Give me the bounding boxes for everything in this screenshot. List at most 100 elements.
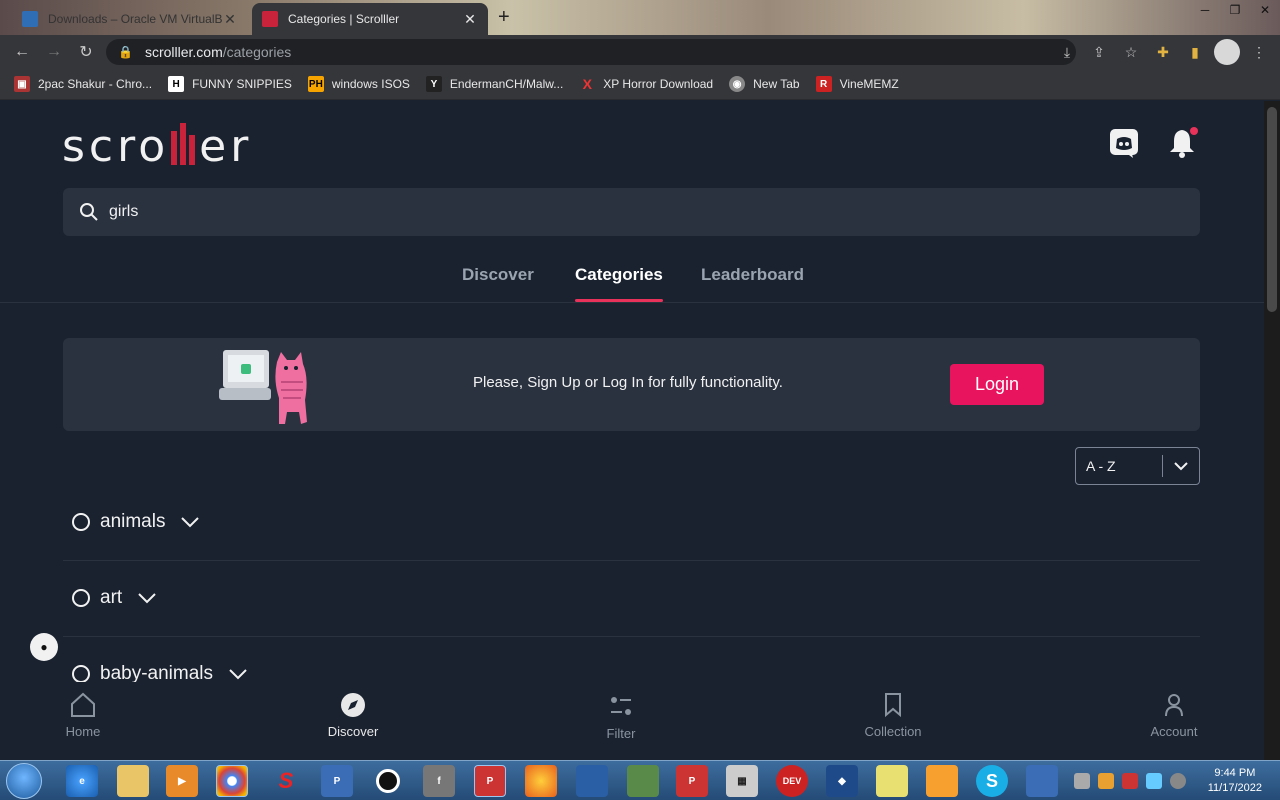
tab-categories[interactable]: Categories — [575, 265, 663, 302]
category-art[interactable]: art — [72, 583, 156, 613]
search-input[interactable] — [109, 203, 1009, 221]
bookmark-label: 2pac Shakur - Chro... — [38, 77, 153, 91]
monitor-app-icon[interactable] — [576, 765, 608, 797]
bookmark-2pac[interactable]: ▣ 2pac Shakur - Chro... — [14, 76, 152, 92]
record-icon[interactable] — [372, 765, 404, 797]
address-bar[interactable]: 🔒 scrolller.com/categories — [106, 39, 1076, 65]
virtualbox-icon[interactable]: ◆ — [826, 765, 858, 797]
bookmark-funny-snippies[interactable]: H FUNNY SNIPPIES — [168, 76, 292, 92]
radio-button[interactable] — [72, 589, 90, 607]
flag-icon[interactable] — [1121, 773, 1138, 789]
star-icon[interactable]: ☆ — [1118, 39, 1144, 65]
install-icon[interactable]: ⤓ — [1054, 39, 1080, 65]
search-icon — [80, 203, 98, 221]
bookmark-xp-horror[interactable]: X XP Horror Download — [579, 76, 714, 92]
firefox-icon[interactable] — [525, 765, 557, 797]
page-scrollbar[interactable] — [1264, 101, 1280, 760]
radio-button[interactable] — [72, 513, 90, 531]
bookmark-endermanch[interactable]: Y EndermanCH/Malw... — [425, 76, 563, 92]
close-icon[interactable]: ✕ — [222, 11, 238, 28]
network-app-icon[interactable] — [1026, 765, 1058, 797]
chevron-down-icon — [1163, 461, 1199, 471]
close-icon[interactable]: ✕ — [462, 11, 478, 28]
start-button-icon[interactable] — [6, 763, 42, 799]
nav-account[interactable]: Account — [1124, 692, 1224, 739]
forward-icon[interactable]: → — [38, 36, 70, 68]
menu-icon[interactable]: ⋮ — [1246, 39, 1272, 65]
bookmark-label: VineMEMZ — [839, 77, 899, 91]
tab-label: Discover — [462, 265, 534, 284]
floating-helper-icon[interactable]: ● — [30, 633, 58, 661]
new-tab-icon[interactable]: + — [498, 6, 510, 29]
nav-discover[interactable]: Discover — [303, 692, 403, 739]
tray-app-icon[interactable] — [1073, 773, 1090, 789]
browser-tab-scrolller[interactable]: Categories | Scrolller ✕ — [252, 3, 488, 35]
media-player-icon[interactable]: ▶ — [166, 765, 198, 797]
browser-toolbar: ← → ↻ 🔒 scrolller.com/categories ⤓ ⇪ ☆ ✚… — [0, 35, 1280, 69]
game-app-icon[interactable] — [627, 765, 659, 797]
notes-icon[interactable] — [876, 765, 908, 797]
flash-icon[interactable]: f — [423, 765, 455, 797]
back-icon[interactable]: ← — [6, 36, 38, 68]
scrollbar-thumb[interactable] — [1267, 107, 1277, 312]
scroller-logo[interactable]: scro er — [62, 121, 252, 172]
search-bar[interactable] — [63, 188, 1200, 236]
uc-browser-icon[interactable] — [926, 765, 958, 797]
skype-icon[interactable]: S — [976, 765, 1008, 797]
nav-label: Discover — [327, 724, 379, 739]
bookmarks-bar: ▣ 2pac Shakur - Chro... H FUNNY SNIPPIES… — [0, 69, 1280, 100]
nav-filter[interactable]: Filter — [571, 692, 671, 741]
volume-icon[interactable] — [1169, 773, 1186, 789]
category-label: animals — [100, 511, 166, 532]
ie-icon[interactable]: e — [66, 765, 98, 797]
ph-icon: PH — [307, 76, 324, 92]
side-panel-icon[interactable]: ▮ — [1182, 39, 1208, 65]
cat-computer-illustration — [219, 350, 307, 424]
extensions-icon[interactable]: ✚ — [1150, 39, 1176, 65]
calculator-icon[interactable]: ▦ — [726, 765, 758, 797]
s-app-icon[interactable]: S — [270, 765, 302, 797]
radio-button[interactable] — [72, 665, 90, 683]
home-icon — [71, 692, 95, 717]
reload-icon[interactable]: ↻ — [70, 36, 102, 68]
tab-leaderboard[interactable]: Leaderboard — [701, 265, 804, 285]
category-animals[interactable]: animals — [72, 507, 200, 537]
nav-home[interactable]: Home — [33, 692, 133, 739]
chevron-down-icon[interactable] — [181, 516, 200, 528]
clock-time: 9:44 PM — [1214, 767, 1256, 779]
chevron-down-icon[interactable] — [138, 592, 156, 604]
lock-icon: 🔒 — [118, 45, 133, 59]
devcpp-icon[interactable]: DEV — [776, 765, 808, 797]
discord-icon[interactable] — [1108, 127, 1140, 159]
restore-icon[interactable]: ❐ — [1220, 0, 1250, 20]
bookmark-vinememz[interactable]: R VineMEMZ — [815, 76, 899, 92]
tab-discover[interactable]: Discover — [462, 265, 534, 285]
bookmark-windows-isos[interactable]: PH windows ISOS — [307, 76, 410, 92]
pinball-icon[interactable]: P — [321, 765, 353, 797]
pinball-active-icon[interactable]: P — [474, 765, 506, 797]
bookmark-new-tab[interactable]: ◉ New Tab — [729, 76, 800, 92]
browser-tab-virtualbox[interactable]: Downloads – Oracle VM VirtualBox ✕ — [12, 3, 248, 35]
taskbar-clock[interactable]: 9:44 PM 11/17/2022 — [1208, 766, 1262, 796]
virtualbox-favicon-icon — [22, 11, 38, 27]
globe-icon: ◉ — [729, 76, 746, 92]
chrome-icon[interactable] — [216, 765, 248, 797]
chevron-down-icon[interactable] — [229, 668, 247, 680]
sort-dropdown[interactable]: A - Z — [1075, 447, 1200, 485]
bookmark-label: XP Horror Download — [603, 77, 714, 91]
window-close-icon[interactable]: ✕ — [1250, 0, 1280, 20]
toolbar-icons: ⤓ ⇪ ☆ ✚ ▮ ⋮ — [1054, 35, 1272, 69]
login-button[interactable]: Login — [950, 364, 1044, 405]
pinball-icon-2[interactable]: P — [676, 765, 708, 797]
nav-collection[interactable]: Collection — [843, 692, 943, 739]
tray-search-icon[interactable] — [1097, 773, 1114, 789]
logo-bars-icon — [171, 123, 197, 165]
category-label: art — [100, 587, 123, 608]
share-icon[interactable]: ⇪ — [1086, 39, 1112, 65]
display-icon[interactable] — [1145, 773, 1162, 789]
bell-icon[interactable] — [1166, 127, 1198, 159]
active-tab-indicator — [575, 299, 663, 302]
explorer-icon[interactable] — [117, 765, 149, 797]
profile-icon[interactable] — [1214, 39, 1240, 65]
minimize-icon[interactable]: ─ — [1190, 0, 1220, 20]
